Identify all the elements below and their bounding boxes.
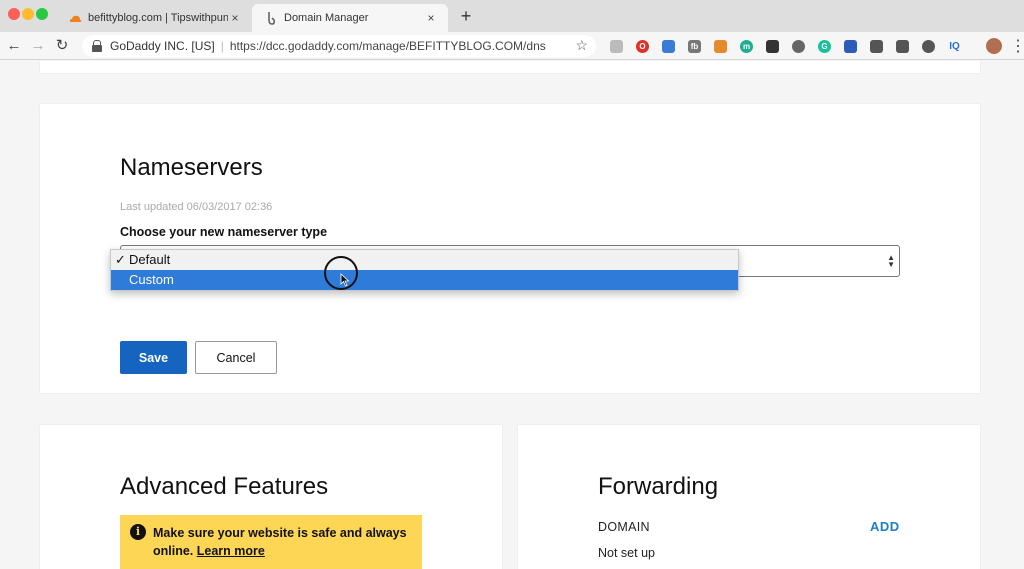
godaddy-icon — [264, 11, 278, 25]
puzzle-icon[interactable] — [844, 40, 857, 53]
close-icon[interactable]: × — [424, 11, 438, 25]
tab-title: Domain Manager — [284, 12, 369, 24]
close-icon[interactable]: × — [228, 11, 242, 25]
opera-icon[interactable]: O — [636, 40, 649, 53]
bookmark-star-icon[interactable]: ☆ — [575, 37, 588, 54]
screen-icon[interactable] — [896, 40, 909, 53]
forwarding-card: Forwarding DOMAIN ADD Not set up — [518, 425, 980, 569]
fb-icon[interactable]: fb — [688, 40, 701, 53]
nameserver-type-label: Choose your new nameserver type — [120, 225, 328, 239]
ghostery-icon[interactable] — [610, 40, 623, 53]
address-bar[interactable]: GoDaddy INC. [US] | https://dcc.godaddy.… — [82, 35, 596, 57]
learn-more-link[interactable]: Learn more — [197, 544, 265, 558]
page-content: Nameservers Last updated 06/03/2017 02:3… — [0, 61, 1024, 569]
browser-tab-domain-manager[interactable]: Domain Manager × — [252, 4, 448, 32]
option-label: Custom — [129, 272, 174, 287]
circle-ext-icon[interactable] — [792, 40, 805, 53]
save-button[interactable]: Save — [120, 341, 187, 374]
select-arrows-icon: ▲ ▼ — [887, 253, 895, 269]
cancel-button[interactable]: Cancel — [195, 341, 277, 374]
warning-banner: i Make sure your website is safe and alw… — [120, 515, 422, 569]
nameservers-title: Nameservers — [120, 154, 263, 181]
coupon-icon[interactable] — [714, 40, 727, 53]
camera-icon[interactable] — [870, 40, 883, 53]
tab-title: befittyblog.com | Tipswithpun — [88, 12, 228, 24]
last-updated-text: Last updated 06/03/2017 02:36 — [120, 201, 273, 213]
domain-label: DOMAIN — [598, 520, 650, 534]
new-tab-button[interactable]: + — [456, 6, 476, 27]
lock-icon — [92, 40, 102, 52]
dark-ext-icon[interactable] — [766, 40, 779, 53]
banner-text: Make sure your website is safe and alway… — [153, 526, 407, 558]
site-identity[interactable]: GoDaddy INC. [US] — [110, 39, 215, 53]
nameserver-type-dropdown[interactable]: ✓ Default Custom — [110, 249, 739, 291]
info-icon: i — [130, 524, 146, 540]
grammarly-icon[interactable]: G — [818, 40, 831, 53]
advanced-features-card: Advanced Features i Make sure your websi… — [40, 425, 502, 569]
advanced-features-title: Advanced Features — [120, 473, 329, 500]
cloudflare-icon — [68, 11, 82, 25]
browser-tab-befittyblog[interactable]: befittyblog.com | Tipswithpun × — [56, 4, 252, 32]
cast-icon[interactable] — [662, 40, 675, 53]
globe-icon[interactable] — [922, 40, 935, 53]
option-custom[interactable]: Custom — [111, 270, 738, 290]
avatar[interactable] — [986, 38, 1002, 54]
back-button[interactable]: ← — [4, 36, 24, 56]
window-maximize-button[interactable] — [36, 8, 48, 20]
divider: | — [220, 39, 224, 53]
previous-card — [40, 61, 980, 73]
browser-tab-strip: befittyblog.com | Tipswithpun × Domain M… — [0, 0, 1024, 32]
more-menu-icon[interactable]: ⋮ — [1010, 36, 1024, 56]
browser-toolbar: ← → ↻ GoDaddy INC. [US] | https://dcc.go… — [0, 32, 1024, 60]
url-text[interactable]: https://dcc.godaddy.com/manage/BEFITTYBL… — [230, 39, 546, 53]
add-forwarding-link[interactable]: ADD — [870, 519, 900, 534]
forwarding-status: Not set up — [598, 546, 655, 560]
mercury-icon[interactable]: m — [740, 40, 753, 53]
reload-button[interactable]: ↻ — [52, 36, 72, 56]
iq-icon[interactable]: IQ — [948, 40, 961, 53]
option-label: Default — [129, 252, 171, 267]
option-default[interactable]: ✓ Default — [111, 250, 738, 270]
mouse-pointer-icon — [340, 273, 350, 287]
forwarding-title: Forwarding — [598, 473, 719, 500]
checkmark-icon: ✓ — [115, 252, 126, 267]
forward-button[interactable]: → — [28, 36, 48, 56]
window-minimize-button[interactable] — [22, 8, 34, 20]
window-close-button[interactable] — [8, 8, 20, 20]
